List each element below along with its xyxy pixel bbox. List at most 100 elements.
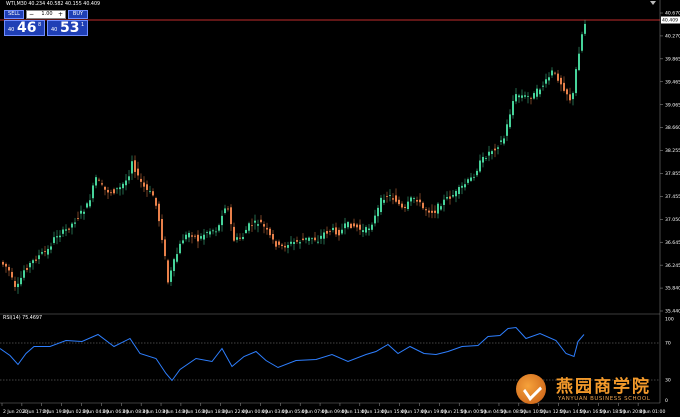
buy-button[interactable]: BUY xyxy=(68,10,88,19)
rsi-line xyxy=(0,326,585,382)
candle-body xyxy=(293,242,295,244)
candle-body xyxy=(71,223,73,228)
candle-body xyxy=(524,95,526,97)
candle-body xyxy=(500,140,502,142)
candle-body xyxy=(11,271,13,278)
candle-body xyxy=(56,236,58,238)
candle-body xyxy=(44,251,46,252)
minus-icon[interactable]: − xyxy=(29,11,34,18)
candle-body xyxy=(185,234,187,240)
watermark-subtitle: YANYUAN BUSINESS SCHOOL xyxy=(558,396,651,402)
candle-body xyxy=(95,177,97,186)
symbol-info: WTI,M30 40.234 40.582 40.155 40.409 xyxy=(6,2,101,7)
candle-body xyxy=(440,206,442,210)
sell-button[interactable]: SELL xyxy=(4,10,24,19)
candle-body xyxy=(455,190,457,197)
candle-body xyxy=(329,230,331,232)
candle-body xyxy=(197,234,199,242)
candles-layer xyxy=(2,19,586,294)
candle-body xyxy=(287,245,289,248)
candle-body xyxy=(284,245,286,248)
watermark-logo: 燕园商学院 YANYUAN BUSINESS SCHOOL xyxy=(516,372,666,412)
rsi-indicator-info: RSI(14) 75.4697 xyxy=(3,316,43,321)
candle-body xyxy=(449,196,451,199)
candle-body xyxy=(272,234,274,240)
candle-body xyxy=(230,207,232,225)
candle-body xyxy=(176,254,178,262)
candle-body xyxy=(227,208,229,210)
price-tick-label: 36.245 xyxy=(665,263,680,269)
candle-body xyxy=(545,79,547,84)
candle-body xyxy=(251,225,253,227)
candle-body xyxy=(494,148,496,151)
candle-body xyxy=(62,229,64,234)
candle-body xyxy=(137,168,139,176)
candle-body xyxy=(377,207,379,217)
candle-body xyxy=(83,211,85,214)
candle-body xyxy=(107,189,109,193)
bid-price-button[interactable]: 40 46 8 xyxy=(4,20,45,36)
candle-body xyxy=(17,283,19,288)
candle-body xyxy=(563,82,565,91)
price-tick-label: 37.050 xyxy=(665,217,680,223)
candle-body xyxy=(347,222,349,228)
candle-body xyxy=(317,241,319,243)
candle-body xyxy=(50,246,52,250)
candle-body xyxy=(428,210,430,213)
candle-body xyxy=(236,237,238,240)
candle-body xyxy=(101,183,103,185)
candle-body xyxy=(188,232,190,238)
candle-body xyxy=(443,199,445,205)
candle-body xyxy=(134,160,136,172)
lot-size-input[interactable]: − 1.00 + xyxy=(26,10,66,19)
candle-body xyxy=(566,89,568,95)
ask-price-prefix: 40 xyxy=(51,27,58,33)
candle-body xyxy=(206,232,208,233)
price-tick-label: 39.465 xyxy=(665,79,680,85)
candle-body xyxy=(179,243,181,254)
candle-body xyxy=(425,209,427,211)
ask-price-button[interactable]: 40 53 1 xyxy=(47,20,88,36)
candle-body xyxy=(2,261,4,265)
candle-body xyxy=(14,281,16,287)
candle-body xyxy=(68,228,70,230)
candle-body xyxy=(8,267,10,271)
price-chart[interactable]: 70301000 40.67040.27039.86539.46539.0653… xyxy=(0,0,680,417)
candle-body xyxy=(365,227,367,233)
candle-body xyxy=(200,236,202,239)
candle-body xyxy=(53,237,55,243)
candle-body xyxy=(446,197,448,199)
candle-body xyxy=(173,259,175,271)
chart-window[interactable]: 70 30 100 0 40.670 40.270 39.865 39.465 39.065 3… xyxy=(0,0,680,417)
candle-body xyxy=(158,203,160,222)
price-tick-label: 40.670 xyxy=(665,11,680,17)
candle-body xyxy=(269,228,271,236)
candle-body xyxy=(344,223,346,229)
candle-body xyxy=(395,195,397,202)
candle-body xyxy=(542,85,544,87)
candle-body xyxy=(503,138,505,144)
candle-body xyxy=(113,189,115,194)
candle-body xyxy=(407,201,409,210)
candle-body xyxy=(485,158,487,159)
candle-body xyxy=(461,185,463,188)
candle-body xyxy=(581,34,583,51)
lot-size-value[interactable]: 1.00 xyxy=(39,11,55,18)
candle-body xyxy=(551,70,553,76)
candle-body xyxy=(281,244,283,246)
candle-body xyxy=(392,198,394,200)
candle-body xyxy=(191,235,193,237)
watermark-title: 燕园商学院 xyxy=(556,377,651,397)
plus-icon[interactable]: + xyxy=(58,11,63,18)
candle-body xyxy=(128,176,130,181)
candle-body xyxy=(203,234,205,240)
candle-body xyxy=(389,195,391,196)
candle-body xyxy=(209,231,211,235)
candle-body xyxy=(260,219,262,223)
candle-body xyxy=(533,93,535,99)
logo-badge-icon xyxy=(516,374,546,404)
candle-body xyxy=(194,235,196,237)
candle-body xyxy=(464,184,466,188)
candle-body xyxy=(29,262,31,268)
candle-body xyxy=(20,277,22,285)
